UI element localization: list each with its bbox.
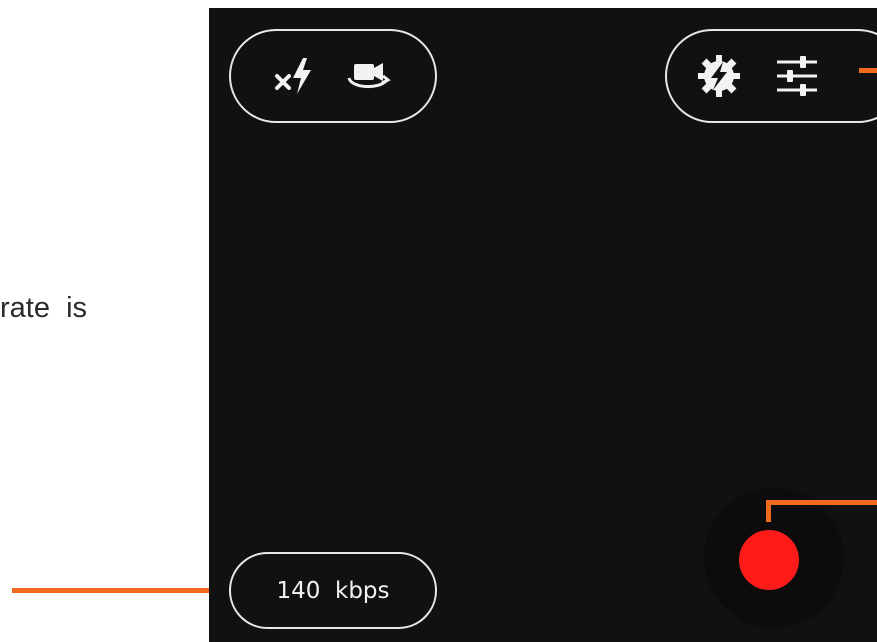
auto-settings-icon[interactable] (695, 52, 743, 100)
sliders-icon[interactable] (773, 54, 821, 98)
callout-line-record-horizontal (766, 500, 877, 505)
bitrate-value: 140 kbps (276, 577, 390, 604)
record-button[interactable] (739, 530, 799, 590)
bitrate-indicator: 140 kbps (229, 552, 437, 629)
top-right-control-group (665, 29, 877, 123)
camera-viewfinder: 140 kbps (209, 8, 877, 642)
annotation-text: rate is (0, 292, 88, 324)
top-left-control-group (229, 29, 437, 123)
flash-off-icon[interactable] (273, 56, 319, 96)
callout-line-settings (859, 68, 877, 73)
switch-camera-icon[interactable] (343, 56, 393, 96)
